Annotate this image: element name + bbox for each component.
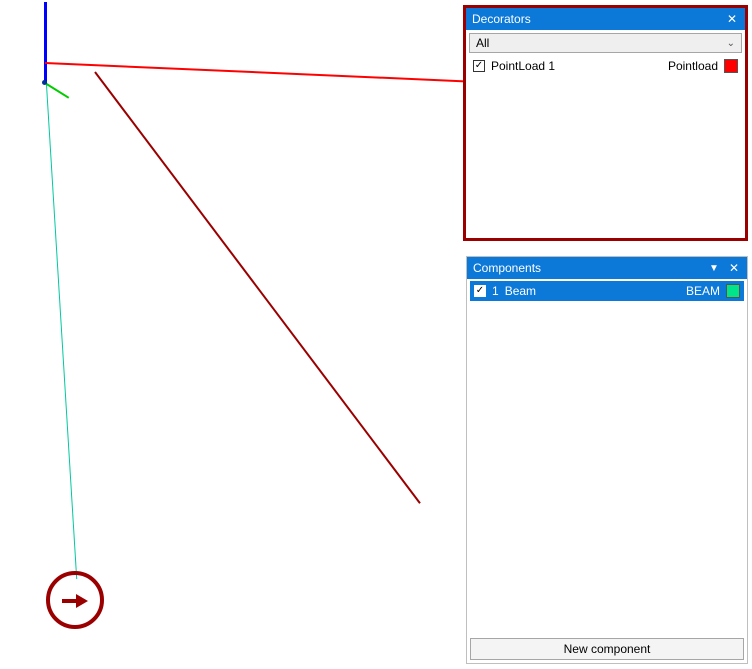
close-icon[interactable]: ✕ [725,12,739,26]
decorators-titlebar[interactable]: Decorators ✕ [466,8,745,30]
component-index: 1 [492,284,499,298]
decorators-title: Decorators [472,12,725,26]
decorator-checkbox[interactable]: ✓ [473,60,485,72]
component-checkbox[interactable]: ✓ [474,285,486,297]
decorators-panel: Decorators ✕ All ⌄ ✓ PointLoad 1 Pointlo… [463,5,748,241]
beam-element[interactable] [46,85,77,579]
components-list: ✓ 1 Beam BEAM [470,281,744,635]
axis-z [44,2,47,84]
component-color-swatch[interactable] [726,284,740,298]
components-title: Components [473,261,707,275]
decorator-type-label: Pointload [668,59,718,73]
new-component-label: New component [564,642,651,656]
decorator-color-swatch[interactable] [724,59,738,73]
decorator-name: PointLoad 1 [491,59,662,73]
decorators-filter-dropdown[interactable]: All ⌄ [469,33,742,53]
panel-menu-caret-icon[interactable]: ▼ [707,263,721,274]
component-type-label: BEAM [686,284,720,298]
components-panel: Components ▼ ✕ ✓ 1 Beam BEAM New compone… [466,256,748,664]
axis-x [45,62,465,82]
decorator-row[interactable]: ✓ PointLoad 1 Pointload [469,56,742,76]
axis-y [44,82,69,99]
components-titlebar[interactable]: Components ▼ ✕ [467,257,747,279]
annotation-callout-line [94,71,421,503]
close-icon[interactable]: ✕ [727,261,741,275]
decorators-list: ✓ PointLoad 1 Pointload [469,56,742,234]
annotation-highlight-circle [46,571,104,629]
component-name: Beam [505,284,680,298]
component-row[interactable]: ✓ 1 Beam BEAM [470,281,744,301]
new-component-button[interactable]: New component [470,638,744,660]
decorators-filter-value: All [476,36,489,50]
chevron-down-icon: ⌄ [727,38,735,49]
